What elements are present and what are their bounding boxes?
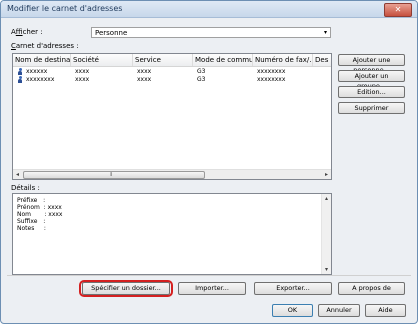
title-bar: Modifier le carnet d'adresses ✕	[1, 1, 417, 18]
cell-fax: xxxxxxxx	[257, 68, 286, 75]
edit-button[interactable]: Edition...	[338, 86, 405, 98]
window-title: Modifier le carnet d'adresses	[7, 4, 123, 13]
cell-mode: G3	[197, 68, 206, 75]
cell-service: xxxx	[137, 68, 152, 75]
list-header: Nom de destinati... Société Service Mode…	[13, 54, 331, 67]
import-button[interactable]: Importer...	[178, 282, 246, 295]
table-row[interactable]: xxxxxxxx xxxx xxxx G3 xxxxxxxx	[13, 76, 331, 84]
add-group-button[interactable]: Ajouter un groupe...	[338, 70, 405, 90]
cell-name: xxxxxx	[26, 68, 48, 75]
scroll-right-arrow[interactable]: ▸	[322, 170, 331, 179]
scroll-thumb[interactable]: ⦀	[23, 171, 205, 179]
address-list[interactable]: Nom de destinati... Société Service Mode…	[12, 53, 332, 180]
cell-company: xxxx	[75, 68, 90, 75]
afficher-value: Personne	[95, 29, 128, 37]
cell-mode: G3	[197, 76, 206, 83]
cell-name: xxxxxxxx	[26, 76, 55, 83]
detail-notes: Notes :	[17, 225, 46, 232]
vertical-scrollbar[interactable]: ▴ ▾	[321, 194, 331, 274]
col-header-service[interactable]: Service	[133, 54, 193, 66]
table-row[interactable]: xxxxxx xxxx xxxx G3 xxxxxxxx	[13, 68, 331, 76]
close-button[interactable]: ✕	[384, 3, 412, 17]
scroll-up-arrow[interactable]: ▴	[322, 194, 331, 203]
separator	[7, 275, 411, 276]
col-header-fax[interactable]: Numéro de fax/...	[253, 54, 313, 66]
col-header-mode[interactable]: Mode de commu...	[193, 54, 253, 66]
scroll-left-arrow[interactable]: ◂	[13, 170, 22, 179]
afficher-label: Afficher :	[11, 28, 43, 36]
grip-icon: ⦀	[110, 172, 113, 178]
cell-service: xxxx	[137, 76, 152, 83]
user-icon	[18, 68, 22, 75]
col-header-name[interactable]: Nom de destinati...	[13, 54, 71, 66]
export-button[interactable]: Exporter...	[254, 282, 332, 295]
afficher-select[interactable]: Personne ▾	[91, 27, 331, 38]
horizontal-scrollbar[interactable]: ◂ ⦀ ▸	[13, 169, 331, 179]
chevron-down-icon: ▾	[323, 29, 327, 36]
details-label: Détails :	[11, 184, 40, 192]
user-icon	[18, 76, 22, 83]
detail-suffix: Suffixe :	[17, 218, 46, 225]
delete-button[interactable]: Supprimer	[338, 102, 405, 114]
cell-fax: xxxxxxxx	[257, 76, 286, 83]
detail-lastname: Nom : xxxx	[17, 211, 63, 218]
address-book-dialog: Modifier le carnet d'adresses ✕ Afficher…	[0, 0, 418, 324]
about-button[interactable]: A propos de	[338, 282, 405, 295]
cell-company: xxxx	[75, 76, 90, 83]
col-header-description[interactable]: Des	[313, 54, 331, 66]
cancel-button[interactable]: Annuler	[318, 304, 360, 317]
add-person-button[interactable]: Ajouter une personne...	[338, 54, 405, 74]
carnet-label: Carnet d'adresses :	[11, 42, 79, 50]
detail-prefix: Préfixe :	[17, 197, 46, 204]
help-button[interactable]: Aide	[365, 304, 406, 317]
detail-firstname: Prénom : xxxx	[17, 204, 62, 211]
ok-button[interactable]: OK	[272, 304, 313, 317]
scroll-down-arrow[interactable]: ▾	[322, 265, 331, 274]
col-header-company[interactable]: Société	[71, 54, 133, 66]
details-panel: Préfixe : Prénom : xxxx Nom : xxxx Suffi…	[12, 193, 332, 275]
highlight-box	[79, 280, 173, 297]
